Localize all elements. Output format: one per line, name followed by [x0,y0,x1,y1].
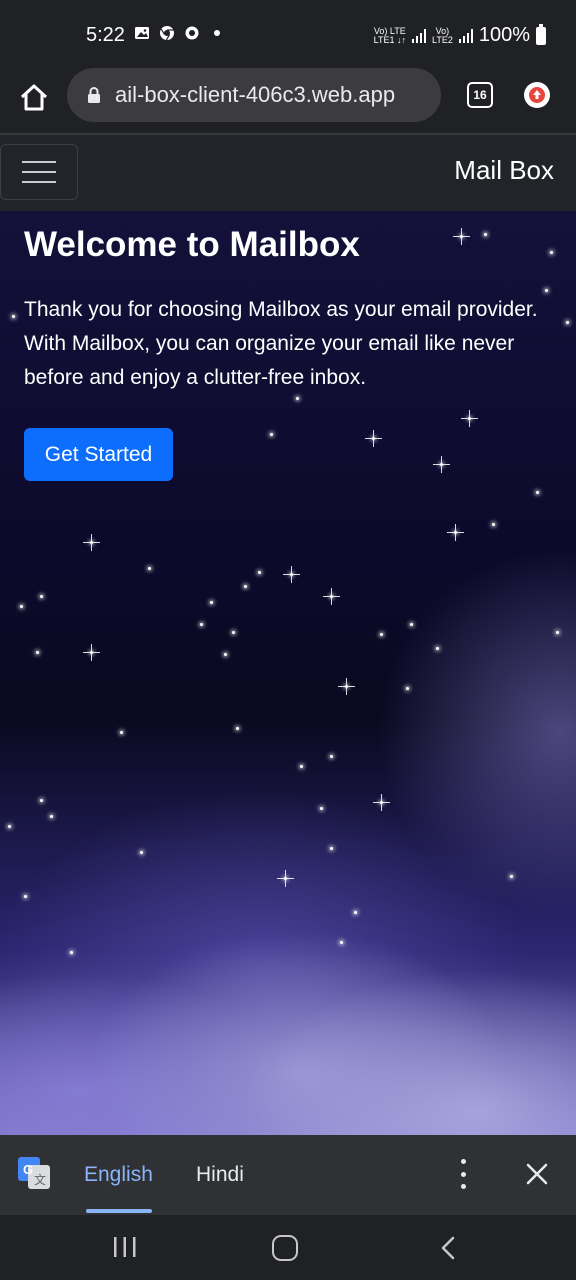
system-nav-bar [0,1215,576,1280]
get-started-button[interactable]: Get Started [24,428,173,481]
dot [460,1171,466,1177]
google-translate-icon: G 文 [18,1157,50,1189]
signal-icon [412,28,426,43]
language-tab-english[interactable]: English [84,1163,153,1187]
lock-icon [88,87,100,103]
chrome-icon [160,26,174,41]
language-tab-hindi[interactable]: Hindi [196,1163,244,1187]
url-text: ail-box-client-406c3.web.app [115,82,396,107]
svg-text:G: G [23,1162,33,1177]
status-bar: 5:22 Vo) LTE LTE1 ↓↑ Vo) LTE2 100% [0,0,576,68]
app-navbar: Mail Box [0,135,576,211]
gallery-icon [135,27,149,39]
svg-text:文: 文 [34,1172,46,1187]
address-bar[interactable]: ail-box-client-406c3.web.app [67,68,441,122]
hamburger-menu-button[interactable] [0,144,78,200]
menu-line [22,181,56,183]
signal-icon [458,28,473,43]
sim2-label: Vo) LTE2 [432,25,453,45]
sim1-label: Vo) LTE LTE1 ↓↑ [373,25,406,45]
hero-text: Thank you for choosing Mailbox as your e… [24,298,538,389]
menu-line [22,161,56,163]
selected-tab-indicator [86,1209,152,1213]
back-icon[interactable] [438,1235,458,1261]
tab-switcher-button[interactable]: 16 [467,82,493,108]
navbar-brand[interactable]: Mail Box [454,155,554,186]
status-time: 5:22 [86,24,125,46]
close-icon[interactable] [524,1161,550,1187]
menu-line [22,171,56,173]
browser-toolbar: ail-box-client-406c3.web.app 16 [0,68,576,134]
dot [460,1184,466,1189]
update-button[interactable] [524,82,550,108]
battery-percent: 100% [478,24,530,46]
hero-title: Welcome to Mailbox [24,225,360,264]
battery-icon [536,23,546,45]
home-nav-button[interactable] [272,1235,298,1261]
dot [460,1159,466,1164]
more-options-button[interactable] [452,1159,474,1189]
home-icon[interactable] [18,82,50,114]
record-icon [185,26,199,40]
dot-icon [214,30,220,36]
recents-icon[interactable] [112,1235,138,1259]
notification-icons [134,25,225,41]
translate-bar: G 文 English Hindi [0,1135,576,1215]
arrow-up-icon [529,87,545,103]
status-right: Vo) LTE LTE1 ↓↑ Vo) LTE2 100% [373,23,546,47]
